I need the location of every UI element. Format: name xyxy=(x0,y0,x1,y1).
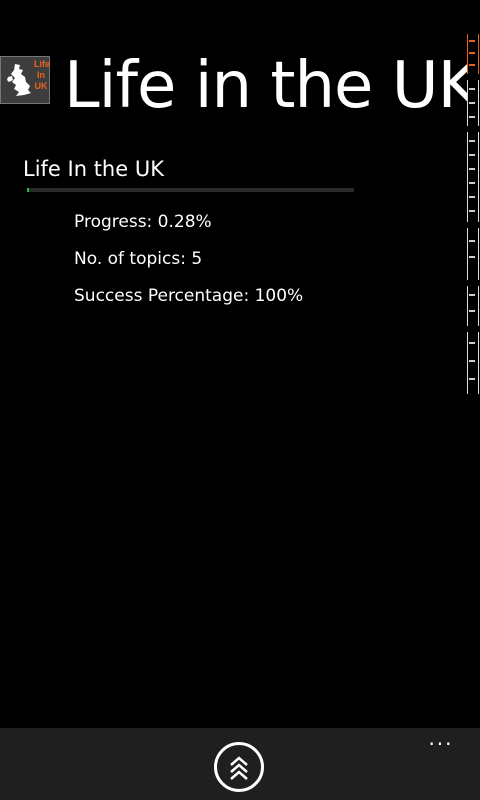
application-bar: ... xyxy=(0,728,480,800)
app-logo: Life In UK xyxy=(0,56,50,104)
menu-button[interactable] xyxy=(214,742,264,792)
topics-count-text: No. of topics: 5 xyxy=(74,249,203,269)
success-percentage-text: Success Percentage: 100% xyxy=(74,286,304,306)
chevron-up-icon xyxy=(230,756,248,780)
logo-text: Life In UK xyxy=(34,59,51,91)
uk-map-icon xyxy=(7,64,31,96)
course-stats: Progress: 0.28% No. of topics: 5 Success… xyxy=(22,204,362,315)
course-title: Life In the UK xyxy=(23,157,164,181)
side-scroll-indicator xyxy=(466,28,480,398)
course-tile[interactable]: Life In the UK Progress: 0.28% No. of to… xyxy=(22,152,362,315)
more-options-button[interactable]: ... xyxy=(426,728,456,748)
page-title: Life in the UK xyxy=(64,49,468,123)
progress-fill xyxy=(27,188,29,192)
progress-bar xyxy=(27,188,354,192)
progress-text: Progress: 0.28% xyxy=(74,212,212,232)
